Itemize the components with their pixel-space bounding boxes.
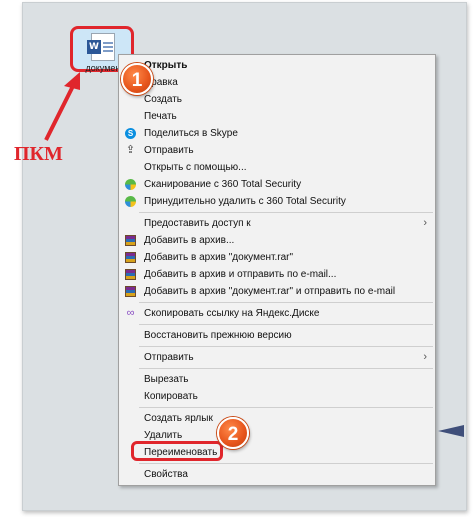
menu-separator (139, 463, 433, 464)
menu-item-label: Отправить (144, 145, 194, 156)
share-icon: ⇪ (125, 144, 136, 156)
menu-item-cut[interactable]: Вырезать (119, 371, 435, 388)
menu-item-label: Предоставить доступ к (144, 218, 251, 229)
menu-separator (139, 302, 433, 303)
menu-item-copy[interactable]: Копировать (119, 388, 435, 405)
menu-separator (139, 368, 433, 369)
menu-item-open[interactable]: Открыть (119, 57, 435, 74)
menu-item-add-archive[interactable]: Добавить в архив... (119, 232, 435, 249)
winrar-icon (125, 235, 136, 246)
step-2-badge: 2 (217, 417, 249, 449)
menu-item-label: Сканирование с 360 Total Security (144, 179, 302, 190)
rmb-annotation-label: ПКМ (14, 143, 63, 165)
menu-item-label: Создать (144, 94, 183, 105)
menu-item-scan-360[interactable]: Сканирование с 360 Total Security (119, 176, 435, 193)
menu-item-share-skype[interactable]: S Поделиться в Skype (119, 125, 435, 142)
menu-separator (139, 324, 433, 325)
context-menu: Открыть Правка Создать Печать S Поделитьс… (118, 54, 436, 486)
menu-item-archive-email[interactable]: Добавить в архив и отправить по e-mail..… (119, 266, 435, 283)
winrar-icon (125, 286, 136, 297)
menu-item-add-archive-rar[interactable]: Добавить в архив "документ.rar" (119, 249, 435, 266)
menu-item-label: Свойства (144, 469, 188, 480)
menu-item-label: Принудительно удалить с 360 Total Securi… (144, 196, 346, 207)
rename-highlight (131, 441, 223, 461)
menu-item-properties[interactable]: Свойства (119, 466, 435, 483)
menu-item-label: Вырезать (144, 374, 189, 385)
menu-item-label: Добавить в архив "документ.rar" (144, 252, 294, 263)
menu-item-label: Создать ярлык (144, 413, 213, 424)
menu-item-create-shortcut[interactable]: Создать ярлык (119, 410, 435, 427)
menu-item-label: Открыть с помощью... (144, 162, 247, 173)
step-1-badge: 1 (121, 63, 153, 95)
menu-item-label: Отправить (144, 352, 194, 363)
menu-item-print[interactable]: Печать (119, 108, 435, 125)
menu-item-give-access[interactable]: Предоставить доступ к › (119, 215, 435, 232)
menu-item-label: Восстановить прежнюю версию (144, 330, 292, 341)
menu-item-new[interactable]: Создать (119, 91, 435, 108)
menu-item-label: Печать (144, 111, 177, 122)
menu-item-label: Добавить в архив и отправить по e-mail..… (144, 269, 337, 280)
menu-item-label: Скопировать ссылку на Яндекс.Диске (144, 308, 320, 319)
360-security-icon (125, 196, 136, 207)
menu-separator (139, 346, 433, 347)
winrar-icon (125, 252, 136, 263)
menu-item-open-with[interactable]: Открыть с помощью... (119, 159, 435, 176)
menu-item-archive-rar-email[interactable]: Добавить в архив "документ.rar" и отправ… (119, 283, 435, 300)
360-security-icon (125, 179, 136, 190)
menu-item-send[interactable]: ⇪ Отправить (119, 142, 435, 159)
menu-separator (139, 212, 433, 213)
skype-icon: S (125, 128, 136, 139)
chevron-right-icon: › (423, 217, 427, 229)
menu-item-restore-version[interactable]: Восстановить прежнюю версию (119, 327, 435, 344)
menu-separator (139, 407, 433, 408)
menu-item-label: Добавить в архив... (144, 235, 235, 246)
menu-item-edit[interactable]: Правка (119, 74, 435, 91)
menu-item-label: Добавить в архив "документ.rar" и отправ… (144, 286, 396, 297)
word-document-icon: W (87, 33, 115, 61)
winrar-icon (125, 269, 136, 280)
desktop-decoration (438, 425, 464, 437)
menu-item-send-to[interactable]: Отправить › (119, 349, 435, 366)
menu-item-label: Поделиться в Skype (144, 128, 238, 139)
menu-item-yandex-link[interactable]: ∞ Скопировать ссылку на Яндекс.Диске (119, 305, 435, 322)
yandex-disk-link-icon: ∞ (126, 307, 135, 319)
menu-item-label: Копировать (144, 391, 198, 402)
chevron-right-icon: › (423, 351, 427, 363)
menu-item-force-delete-360[interactable]: Принудительно удалить с 360 Total Securi… (119, 193, 435, 210)
